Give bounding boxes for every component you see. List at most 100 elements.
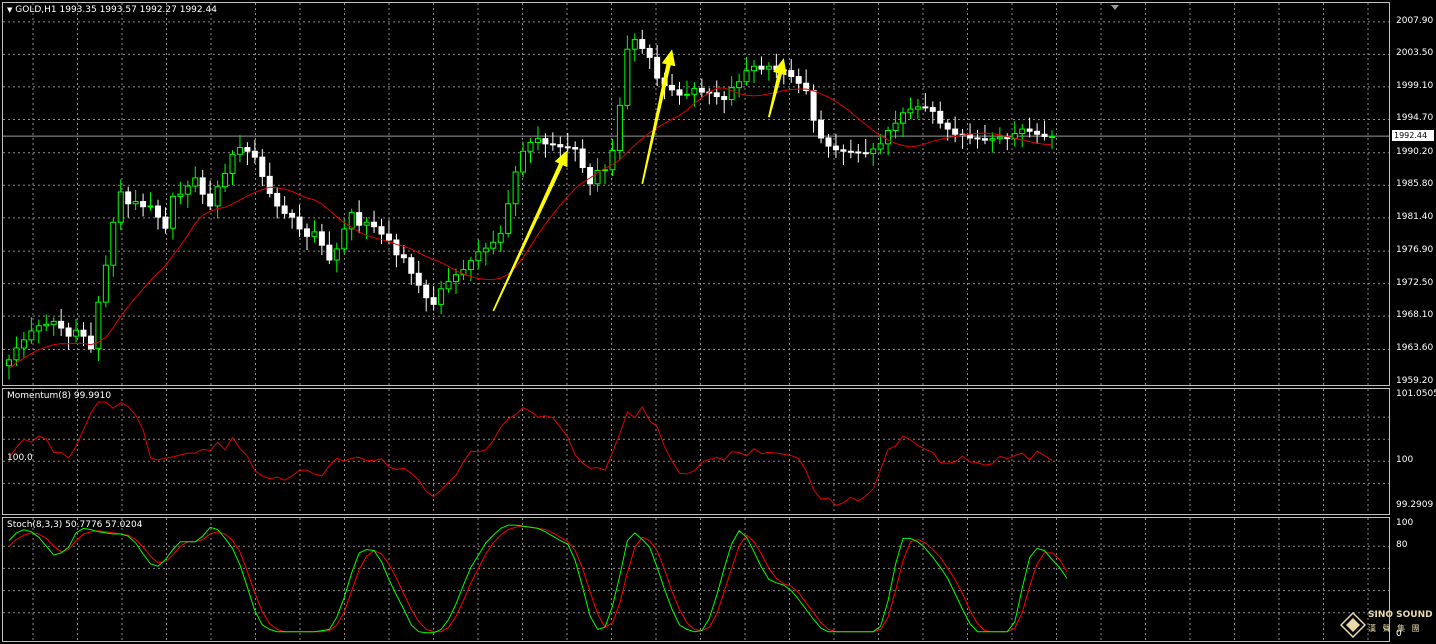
candle-body (922, 106, 929, 109)
candle-body (989, 138, 996, 141)
candle (758, 56, 765, 75)
candle-body (937, 110, 944, 124)
candle-body (251, 150, 258, 158)
candle-body (207, 193, 214, 207)
candle (35, 319, 42, 344)
candle (669, 73, 676, 97)
candle-body (862, 152, 869, 155)
candle-body (430, 297, 437, 305)
candle-body (870, 148, 877, 154)
price-pane[interactable]: ▼ GOLD,H1 1993.35 1993.57 1992.27 1992.4… (2, 2, 1390, 386)
candle-body (825, 137, 832, 147)
momentum-pane[interactable]: Momentum(8) 99.9910 100.0 (2, 388, 1390, 515)
candle-body (333, 248, 340, 261)
candle (549, 132, 556, 151)
momentum-chart (3, 389, 1389, 514)
candle (981, 124, 988, 145)
candle-body (13, 347, 20, 361)
candle (497, 225, 504, 252)
candle (520, 141, 527, 178)
candle-body (765, 65, 772, 70)
candle-body (855, 151, 862, 154)
logo-text-en: SINO SOUND (1368, 610, 1433, 620)
axis-tick-label: 1985.80 (1396, 179, 1434, 190)
candle (371, 210, 378, 233)
candle (512, 165, 519, 217)
candle (155, 199, 161, 230)
candle-body (35, 325, 42, 332)
candle-body (43, 323, 50, 327)
candle-body (102, 264, 109, 303)
axis-tick-label: 1959.20 (1396, 376, 1434, 386)
collapse-triangle-icon[interactable]: ▼ (7, 6, 12, 14)
candle (907, 97, 914, 120)
candle-body (214, 186, 221, 207)
candle (274, 187, 281, 219)
candle-body (229, 153, 236, 174)
candle (259, 149, 266, 187)
candle (102, 255, 109, 308)
candle (1019, 123, 1026, 148)
candle (65, 322, 72, 350)
candle-body (87, 335, 94, 350)
candle-body (482, 247, 489, 253)
axis-tick-label: 1968.10 (1396, 310, 1434, 321)
candle-body (155, 205, 161, 218)
candle-body (199, 177, 206, 195)
candle-body (110, 221, 117, 266)
candle (922, 93, 929, 112)
candle (713, 80, 720, 105)
candle-body (520, 150, 527, 173)
candle-body (907, 108, 914, 114)
candle-body (475, 251, 482, 262)
stochastic-pane[interactable]: Stoch(8,3,3) 50.7776 57.0204 (2, 517, 1390, 642)
axis-tick-label: 100 (1396, 455, 1414, 466)
candle-body (743, 70, 750, 83)
candle-body (616, 104, 623, 152)
candle (505, 190, 512, 238)
candle (140, 193, 147, 217)
candle-body (311, 231, 318, 237)
candle-body (453, 274, 459, 282)
candle (460, 259, 467, 281)
candle-body (534, 138, 541, 143)
candle-body (326, 244, 333, 261)
candle-body (810, 90, 817, 121)
candle-body (244, 147, 251, 152)
candle-body (162, 216, 169, 229)
candle (840, 144, 847, 166)
candle-body (363, 221, 370, 226)
candle (50, 317, 57, 336)
candle-body (80, 329, 87, 337)
candle-body (1041, 133, 1048, 137)
candle (900, 107, 906, 137)
candle (385, 220, 392, 244)
candle-body (721, 96, 728, 100)
candle (751, 59, 757, 84)
candle (125, 186, 132, 218)
candle-body (304, 228, 310, 237)
axis-tick-label: 1999.10 (1396, 80, 1434, 91)
candle-body (236, 147, 243, 155)
candle (870, 142, 877, 166)
candle (706, 88, 713, 105)
candle-body (683, 93, 690, 96)
candle (847, 139, 854, 159)
candle (199, 169, 206, 204)
candle-body (579, 148, 586, 169)
chart-title: ▼ GOLD,H1 1993.35 1993.57 1992.27 1992.4… (7, 5, 217, 15)
candle-body (818, 119, 825, 139)
candle-body (341, 228, 348, 250)
candle-body (549, 143, 556, 146)
candle (423, 279, 430, 312)
candle (1049, 130, 1055, 149)
candle (58, 308, 65, 336)
candle-body (557, 144, 564, 148)
axis-tick-label: 100 (1396, 518, 1414, 528)
candle (1041, 120, 1048, 141)
candle (527, 138, 534, 163)
candle-body (393, 239, 400, 256)
candle-body (952, 128, 959, 135)
candle (974, 129, 981, 149)
candle (676, 81, 683, 105)
